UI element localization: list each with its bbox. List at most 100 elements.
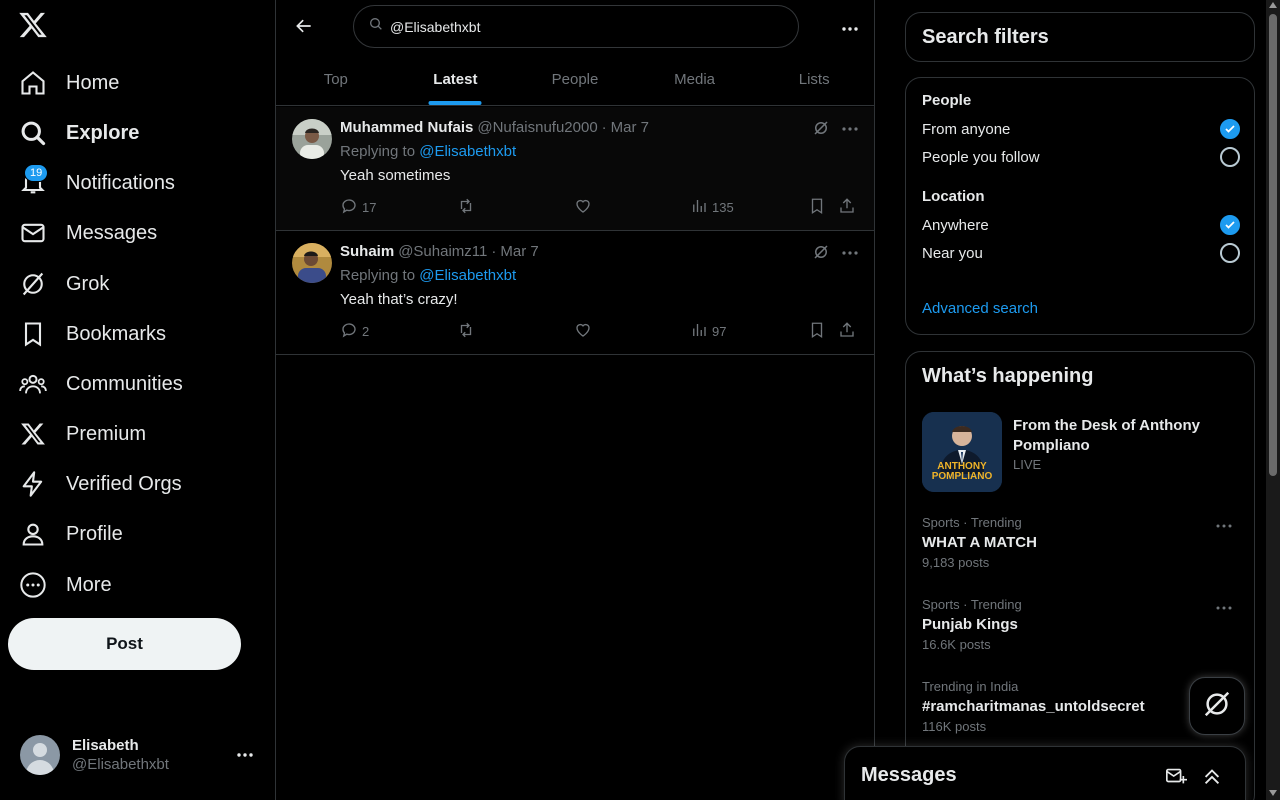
nav-profile[interactable]: Profile	[18, 514, 123, 554]
views-button[interactable]: 97	[690, 321, 726, 342]
tweet[interactable]: Suhaim @Suhaimz11 · Mar 7 Replying to @E…	[276, 231, 874, 355]
tweet[interactable]: Muhammed Nufais @Nufaisnufu2000 · Mar 7 …	[276, 107, 874, 231]
location-filter-heading: Location	[922, 188, 985, 205]
nav-communities[interactable]: Communities	[18, 364, 183, 404]
search-input[interactable]	[390, 18, 770, 35]
bookmark-button[interactable]	[808, 321, 826, 342]
nav-profile-label: Profile	[66, 522, 123, 545]
reply-button[interactable]: 2	[340, 321, 369, 342]
heart-icon	[574, 197, 592, 218]
nav-notifications[interactable]: 19 Notifications	[18, 163, 175, 203]
nav-explore[interactable]: Explore	[18, 113, 139, 153]
more-dots-icon[interactable]	[840, 243, 860, 263]
views-button[interactable]: 135	[690, 197, 734, 218]
nav-verified-orgs[interactable]: Verified Orgs	[18, 464, 182, 504]
live-event-title[interactable]: From the Desk of Anthony Pompliano	[1013, 416, 1243, 456]
nav-grok[interactable]: Grok	[18, 264, 109, 304]
share-button[interactable]	[838, 197, 856, 218]
search-icon	[18, 118, 48, 148]
tab-media[interactable]: Media	[635, 53, 755, 105]
scroll-up-arrow-icon[interactable]	[1269, 2, 1277, 8]
more-dots-icon[interactable]	[236, 745, 254, 763]
tab-lists[interactable]: Lists	[754, 53, 874, 105]
page-scrollbar[interactable]	[1266, 0, 1280, 800]
main-column: Top Latest People Media Lists Muhammed N…	[275, 0, 875, 800]
grok-icon[interactable]	[812, 119, 832, 139]
grok-floating-button[interactable]	[1189, 677, 1245, 735]
reply-count: 2	[362, 324, 370, 339]
app-root: Home Explore 19 Notifications Messages G…	[0, 0, 1280, 800]
messages-drawer-title: Messages	[861, 764, 957, 786]
tab-latest[interactable]: Latest	[396, 53, 516, 105]
account-handle: @Elisabethxbt	[72, 756, 169, 773]
radio-checked[interactable]	[1220, 119, 1240, 139]
nav-grok-label: Grok	[66, 272, 110, 295]
more-dots-icon[interactable]	[840, 119, 860, 139]
radio-checked[interactable]	[1220, 215, 1240, 235]
search-bar[interactable]	[353, 5, 799, 48]
back-button[interactable]	[290, 14, 318, 42]
trend-count: 9,183 posts	[922, 555, 990, 570]
tweet-author-name[interactable]: Muhammed Nufais	[340, 119, 473, 136]
nav-more[interactable]: More	[18, 565, 112, 605]
tweet-actions: 17 135	[340, 197, 860, 217]
tab-people[interactable]: People	[515, 53, 635, 105]
live-event-thumbnail[interactable]: ANTHONY POMPLIANO	[922, 412, 1002, 492]
search-options-button[interactable]	[836, 14, 864, 42]
account-switcher[interactable]: Elisabeth @Elisabethxbt	[20, 733, 260, 777]
bookmark-icon	[808, 321, 826, 342]
advanced-search-link[interactable]: Advanced search	[922, 300, 1038, 317]
like-button[interactable]	[574, 197, 592, 218]
filter-from-anyone[interactable]: From anyone	[922, 118, 1240, 140]
avatar[interactable]	[292, 243, 332, 283]
filter-near-you[interactable]: Near you	[922, 242, 1240, 264]
filter-anywhere[interactable]: Anywhere	[922, 214, 1240, 236]
chevron-double-up-icon[interactable]	[1201, 765, 1223, 792]
repost-button[interactable]	[456, 197, 476, 218]
nav-premium[interactable]: Premium	[18, 414, 146, 454]
new-message-icon[interactable]	[1165, 765, 1187, 792]
filter-people-you-follow[interactable]: People you follow	[922, 146, 1240, 168]
grok-icon[interactable]	[812, 243, 832, 263]
scrollbar-thumb[interactable]	[1269, 14, 1277, 476]
reply-button[interactable]: 17	[340, 197, 376, 218]
tweet-author-handle[interactable]: @Suhaimz11	[398, 243, 487, 260]
tweet-date[interactable]: Mar 7	[500, 243, 538, 260]
trend-item[interactable]: Sports · Trending Punjab Kings 16.6K pos…	[922, 597, 1240, 652]
repost-button[interactable]	[456, 321, 476, 342]
lightning-icon	[18, 469, 48, 499]
x-logo-icon	[18, 419, 48, 449]
replying-to-link[interactable]: @Elisabethxbt	[419, 267, 516, 284]
more-dots-icon[interactable]	[1216, 515, 1232, 533]
trend-meta: Sports · Trending	[922, 597, 1022, 612]
tweet-author-handle[interactable]: @Nufaisnufu2000	[477, 119, 597, 136]
people-filter-heading: People	[922, 92, 972, 109]
x-logo-icon[interactable]	[18, 10, 50, 42]
bell-icon: 19	[18, 164, 49, 198]
replying-to-link[interactable]: @Elisabethxbt	[419, 143, 516, 160]
radio-unchecked[interactable]	[1220, 147, 1240, 167]
like-button[interactable]	[574, 321, 592, 342]
trend-item[interactable]: Sports · Trending WHAT A MATCH 9,183 pos…	[922, 515, 1240, 570]
more-dots-icon	[841, 19, 859, 37]
repost-icon	[456, 321, 476, 342]
tweet-text: Yeah that’s crazy!	[340, 291, 458, 308]
more-dots-icon[interactable]	[1216, 597, 1232, 615]
tab-top[interactable]: Top	[276, 53, 396, 105]
messages-drawer[interactable]: Messages	[844, 746, 1246, 800]
avatar[interactable]	[292, 119, 332, 159]
nav-messages[interactable]: Messages	[18, 213, 157, 253]
scroll-down-arrow-icon[interactable]	[1269, 790, 1277, 796]
bookmark-icon	[808, 197, 826, 218]
nav-bookmarks[interactable]: Bookmarks	[18, 314, 166, 354]
filter-near-you-label: Near you	[922, 244, 983, 262]
share-button[interactable]	[838, 321, 856, 342]
separator-dot: ·	[601, 119, 607, 136]
bookmark-button[interactable]	[808, 197, 826, 218]
tweet-date[interactable]: Mar 7	[611, 119, 649, 136]
post-button[interactable]: Post	[8, 618, 241, 670]
nav-home[interactable]: Home	[18, 63, 119, 103]
radio-unchecked[interactable]	[1220, 243, 1240, 263]
share-icon	[838, 197, 856, 218]
tweet-author-name[interactable]: Suhaim	[340, 243, 394, 260]
